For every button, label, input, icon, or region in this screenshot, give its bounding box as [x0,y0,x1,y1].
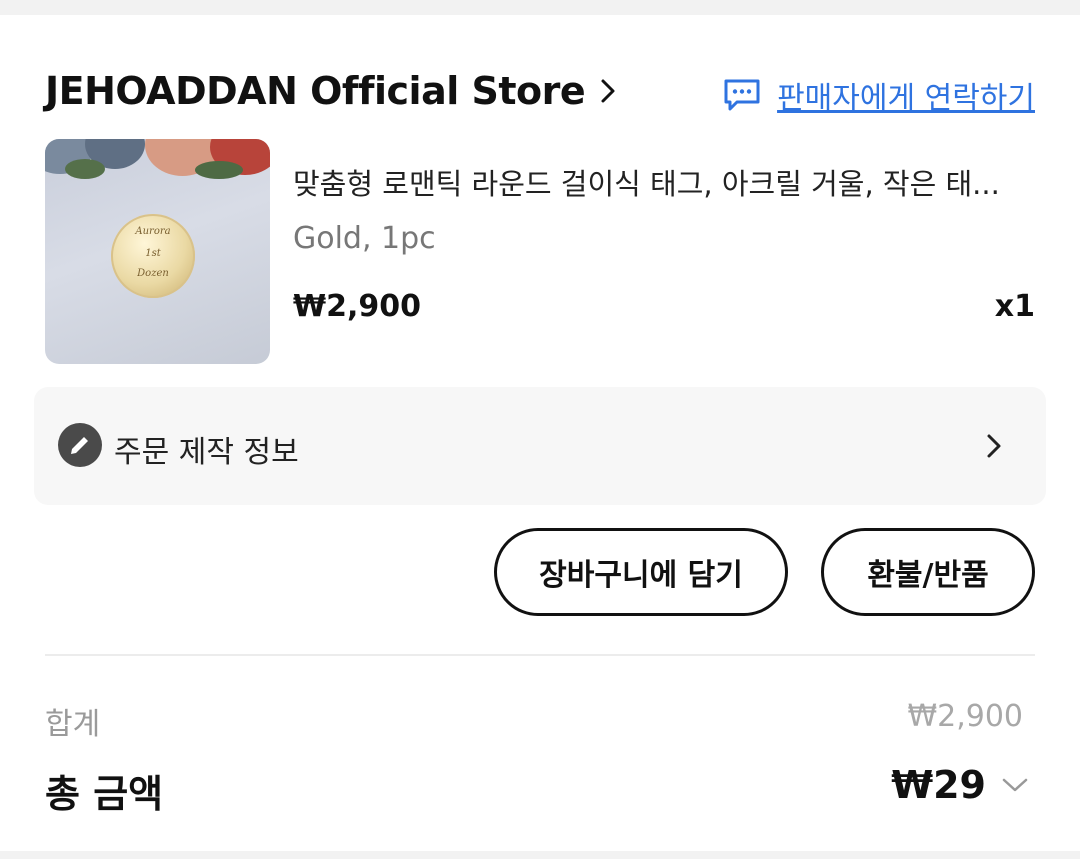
product-title[interactable]: 맞춤형 로맨틱 라운드 걸이식 태그, 아크릴 거울, 작은 태... [293,161,1035,203]
tag-text-line: 1st [145,248,161,259]
divider [45,654,1035,656]
store-header: JEHOADDAN Official Store 판매자에게 연락하기 [45,55,1035,131]
chevron-right-icon [601,79,615,103]
add-to-cart-button[interactable]: 장바구니에 담기 [494,528,788,616]
refund-return-button[interactable]: 환불/반품 [821,528,1035,616]
customization-info-row[interactable]: 주문 제작 정보 [34,387,1046,505]
product-image[interactable]: Aurora 1st Dozen [45,139,270,364]
chat-bubble-icon [724,79,760,111]
contact-seller-link[interactable]: 판매자에게 연락하기 [723,73,1035,117]
tag-text-line: Aurora [135,226,171,237]
chevron-down-icon [1002,778,1028,792]
product-price: ₩2,900 [293,289,421,324]
product-quantity: x1 [994,289,1035,324]
pencil-icon [58,423,102,467]
total-toggle[interactable]: ₩29 [891,763,1028,807]
product-variant: Gold, 1pc [293,221,436,256]
order-item-card: JEHOADDAN Official Store 판매자에게 연락하기 Auro… [0,15,1080,851]
leaf-decoration [195,161,243,179]
subtotal-label: 합계 [45,707,101,742]
product-row[interactable]: Aurora 1st Dozen 맞춤형 로맨틱 라운드 걸이식 태그, 아크릴… [45,139,1035,365]
chevron-right-icon [987,434,1001,458]
store-link[interactable]: JEHOADDAN Official Store [45,69,617,113]
subtotal-value: ₩2,900 [907,699,1023,734]
store-name: JEHOADDAN Official Store [45,69,586,113]
total-label: 총 금액 [45,772,164,816]
gold-tag: Aurora 1st Dozen [111,214,195,298]
customization-label: 주문 제작 정보 [114,435,299,470]
tag-text-line: Dozen [137,268,169,279]
total-value: ₩29 [891,763,986,807]
contact-seller-label: 판매자에게 연락하기 [777,81,1035,116]
leaf-decoration [65,159,105,179]
